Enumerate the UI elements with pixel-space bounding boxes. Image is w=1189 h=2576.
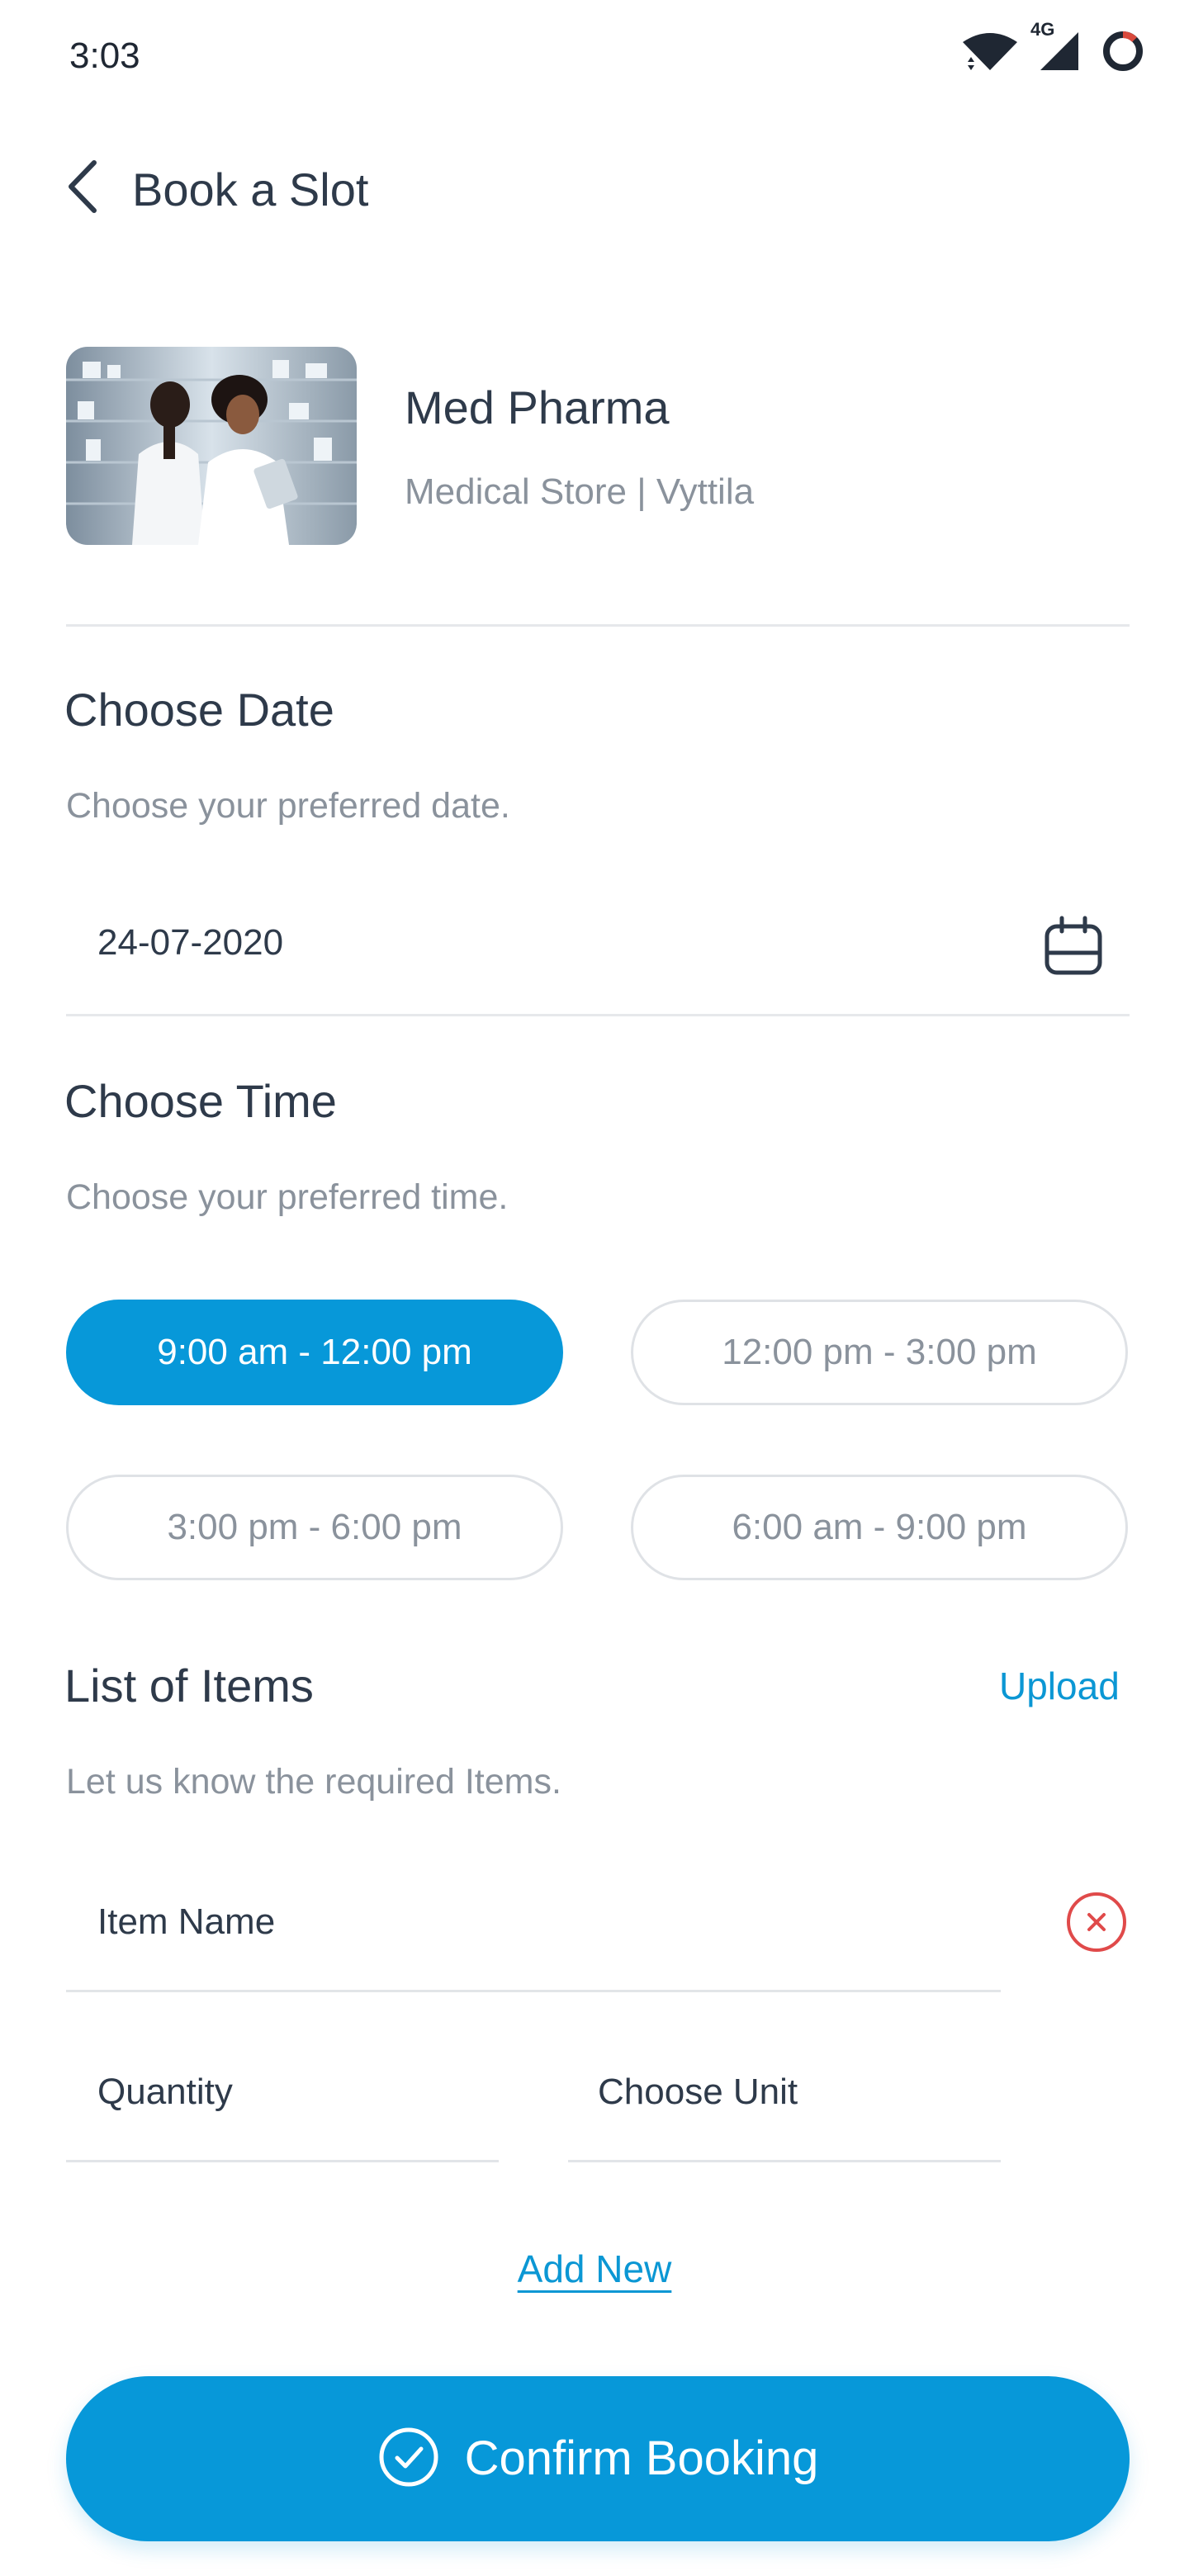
time-slot-4[interactable]: 6:00 am - 9:00 pm xyxy=(631,1475,1128,1580)
close-icon xyxy=(1065,1891,1128,1958)
status-icons: 4G xyxy=(961,19,1146,78)
store-image xyxy=(66,347,357,545)
items-section-title: List of Items xyxy=(64,1660,314,1712)
unit-underline xyxy=(568,2160,1001,2162)
add-new-row: Add New xyxy=(0,2242,1189,2295)
add-new-link[interactable]: Add New xyxy=(518,2247,672,2290)
date-value: 24-07-2020 xyxy=(97,922,284,963)
back-button[interactable] xyxy=(58,155,107,221)
date-section-description: Choose your preferred date. xyxy=(66,786,510,826)
items-section-description: Let us know the required Items. xyxy=(66,1762,561,1802)
confirm-booking-label: Confirm Booking xyxy=(464,2432,819,2485)
time-section-description: Choose your preferred time. xyxy=(66,1177,509,1217)
check-circle-icon xyxy=(377,2426,440,2493)
network-label: 4G xyxy=(1030,18,1055,40)
status-time: 3:03 xyxy=(69,36,140,76)
calendar-button[interactable] xyxy=(1034,908,1113,987)
battery-icon xyxy=(1100,28,1146,78)
date-field-underline xyxy=(66,1014,1130,1016)
signal-icon: 4G xyxy=(1030,19,1082,78)
page-title: Book a Slot xyxy=(132,163,369,215)
remove-item-button[interactable] xyxy=(1065,1892,1128,1955)
divider xyxy=(66,624,1130,627)
store-name: Med Pharma xyxy=(405,381,670,433)
item-name-placeholder: Item Name xyxy=(97,1901,276,1942)
time-slot-3[interactable]: 3:00 pm - 6:00 pm xyxy=(66,1475,563,1580)
calendar-icon xyxy=(1042,915,1105,982)
quantity-placeholder: Quantity xyxy=(97,2072,233,2112)
time-section-title: Choose Time xyxy=(64,1075,337,1127)
item-name-underline xyxy=(66,1990,1001,1992)
quantity-underline xyxy=(66,2160,499,2162)
time-slot-1[interactable]: 9:00 am - 12:00 pm xyxy=(66,1300,563,1405)
date-section-title: Choose Date xyxy=(64,684,334,736)
upload-link[interactable]: Upload xyxy=(999,1660,1120,1712)
time-slot-2[interactable]: 12:00 pm - 3:00 pm xyxy=(631,1300,1128,1405)
confirm-booking-button[interactable]: Confirm Booking xyxy=(66,2376,1130,2541)
store-subtitle: Medical Store | Vyttila xyxy=(405,471,755,512)
unit-placeholder: Choose Unit xyxy=(598,2072,798,2112)
wifi-icon xyxy=(961,31,1019,76)
chevron-left-icon xyxy=(64,158,101,220)
